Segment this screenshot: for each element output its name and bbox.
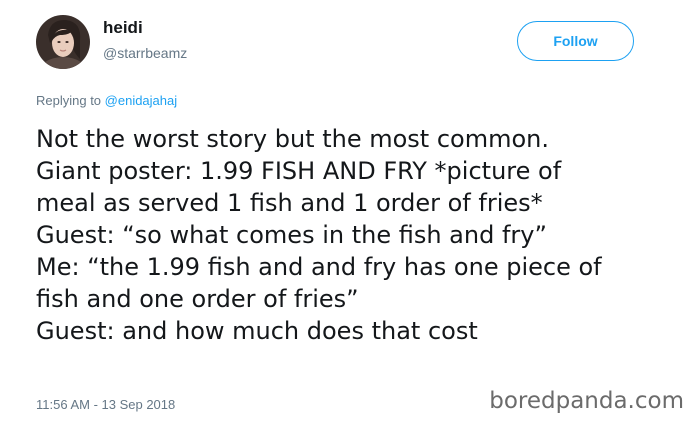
- tweet-text-line: Guest: and how much does that cost: [36, 317, 478, 345]
- tweet-text-line: Guest: “so what comes in the fish and fr…: [36, 221, 547, 249]
- user-avatar-photo: [36, 15, 90, 69]
- avatar[interactable]: [36, 15, 90, 69]
- tweet-card: heidi @starrbeamz Follow Replying to @en…: [0, 0, 700, 426]
- follow-button[interactable]: Follow: [517, 21, 634, 61]
- author-handle[interactable]: @starrbeamz: [103, 45, 187, 61]
- replying-to-label: Replying to: [36, 93, 105, 108]
- tweet-text-line: Me: “the 1.99 fish and and fry has one p…: [36, 253, 602, 281]
- tweet-text-line: meal as served 1 fish and 1 order of fri…: [36, 189, 543, 217]
- tweet-timestamp[interactable]: 11:56 AM - 13 Sep 2018: [36, 397, 175, 412]
- tweet-text-line: Giant poster: 1.99 FISH AND FRY *picture…: [36, 157, 562, 185]
- source-watermark: boredpanda.com: [489, 388, 684, 414]
- tweet-text: Not the worst story but the most common.…: [36, 123, 686, 347]
- replying-to: Replying to @enidajahaj: [36, 93, 177, 108]
- author-display-name[interactable]: heidi: [103, 18, 143, 38]
- tweet-text-line: fish and one order of fries”: [36, 285, 359, 313]
- reply-mention-link[interactable]: @enidajahaj: [105, 93, 177, 108]
- tweet-text-line: Not the worst story but the most common.: [36, 125, 549, 153]
